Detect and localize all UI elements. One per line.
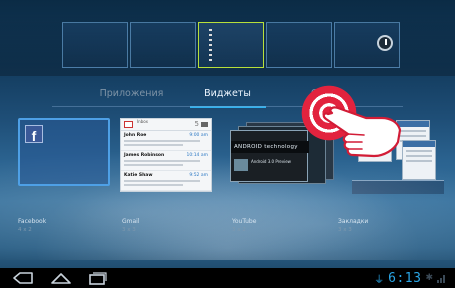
widget-size: 3 x 3 <box>122 227 136 233</box>
status-area[interactable]: ⏚ 6:13 ✱ <box>374 270 447 286</box>
home-screen-2[interactable] <box>130 22 196 68</box>
gmail-item-snippet <box>124 144 183 146</box>
facebook-widget-preview[interactable]: f <box>18 118 110 186</box>
gmail-inbox-label: Inbox <box>137 119 148 124</box>
gmail-item-snippet <box>124 140 200 142</box>
gmail-widget-header: Inbox 5 <box>121 119 211 131</box>
clock-time: 6:13 <box>388 270 422 286</box>
list-item: John Roe 9:00 am <box>121 131 211 151</box>
gmail-item-from: Katie Shaw <box>124 173 153 178</box>
gmail-item-snippet <box>124 184 183 186</box>
gmail-item-time: 9:52 am <box>189 173 208 178</box>
video-thumbnail <box>234 159 248 171</box>
video-title: Android 3.0 Preview <box>251 159 291 164</box>
home-screen-5[interactable] <box>334 22 400 68</box>
gmail-widget-preview[interactable]: Inbox 5 John Roe 9:00 am James Robinson 10… <box>120 118 212 192</box>
gmail-item-snippet <box>124 164 183 166</box>
widget-labels: Facebook 4 x 2 Gmail 3 x 3 YouTube 3 x 2… <box>0 218 455 242</box>
gmail-icon <box>124 121 133 128</box>
bookmark-thumbnail <box>402 140 436 180</box>
facebook-icon: f <box>25 125 43 144</box>
gmail-item-time: 9:00 am <box>189 133 208 138</box>
widget-name: Закладки <box>338 218 369 225</box>
list-item: Katie Shaw 9:52 am <box>121 171 211 191</box>
widget-size: 3 x 2 <box>232 227 246 233</box>
youtube-card-front: ANDROID technology Android 3.0 Preview <box>230 130 309 182</box>
home-screens-strip <box>62 22 400 68</box>
pointing-hand-icon <box>322 106 402 158</box>
widget-name: YouTube <box>232 218 257 225</box>
widget-name: Facebook <box>18 218 47 225</box>
bookmarks-label-group: Закладки 3 x 3 <box>338 218 368 233</box>
home-screen-3-active[interactable] <box>198 22 264 68</box>
gmail-item-from: James Robinson <box>124 153 165 158</box>
search-widget-preview <box>209 29 212 61</box>
facebook-label-group: Facebook 4 x 2 <box>18 218 46 233</box>
bookmarks-base <box>352 180 444 194</box>
gmail-item-time: 10:14 am <box>186 153 208 158</box>
gmail-label-group: Gmail 3 x 3 <box>122 218 140 233</box>
home-screen-1[interactable] <box>62 22 128 68</box>
list-item: James Robinson 10:14 am <box>121 151 211 171</box>
youtube-label-group: YouTube 3 x 2 <box>232 218 256 233</box>
gmail-item-snippet <box>124 180 200 182</box>
usb-icon: ⏚ <box>374 274 385 286</box>
home-icon[interactable] <box>48 270 74 286</box>
tab-widgets[interactable]: Виджеты <box>180 84 276 108</box>
widget-name: Gmail <box>122 218 140 225</box>
gmail-unread-count: 5 <box>194 120 199 128</box>
gmail-item-from: John Roe <box>124 133 147 138</box>
mail-icon <box>201 122 208 127</box>
system-bar: ⏚ 6:13 ✱ <box>0 268 455 288</box>
back-icon[interactable] <box>10 270 36 286</box>
recent-apps-icon[interactable] <box>84 270 110 286</box>
widget-size: 4 x 2 <box>18 227 32 233</box>
customize-tabs: Приложения Виджеты Обои <box>0 84 455 108</box>
tab-applications[interactable]: Приложения <box>84 84 180 106</box>
bluetooth-icon: ✱ <box>425 273 433 283</box>
widget-size: 3 x 3 <box>338 227 352 233</box>
signal-icon <box>437 273 447 283</box>
youtube-banner: ANDROID technology <box>231 141 309 153</box>
clock-icon <box>377 35 393 51</box>
home-screen-4[interactable] <box>266 22 332 68</box>
gmail-item-snippet <box>124 160 200 162</box>
